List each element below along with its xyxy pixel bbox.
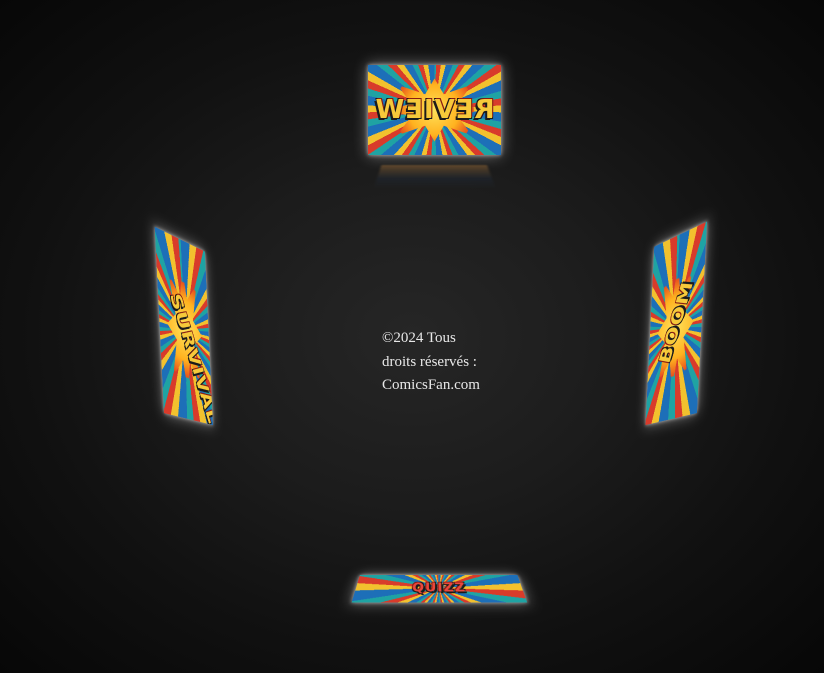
copyright-line-2: droits réservés :: [382, 353, 477, 370]
card-survival[interactable]: SURVIVAL: [154, 226, 213, 426]
carousel-stage: REVIEW SURVIVAL BOOM QUIZZ ©2024 Tous dr…: [0, 0, 824, 673]
copyright-line-1: ©2024 Tous: [382, 330, 456, 346]
copyright-line-3: ComicsFan.com: [382, 377, 480, 393]
card-reflection: [374, 165, 496, 189]
copyright-notice: ©2024 Tous droits réservés : ComicsFan.c…: [382, 327, 522, 398]
card-boom[interactable]: BOOM: [645, 221, 707, 426]
card-quizz[interactable]: QUIZZ: [351, 574, 528, 603]
card-title: QUIZZ: [411, 581, 467, 596]
card-review[interactable]: REVIEW: [368, 65, 501, 155]
card-title: REVIEW: [374, 95, 495, 125]
